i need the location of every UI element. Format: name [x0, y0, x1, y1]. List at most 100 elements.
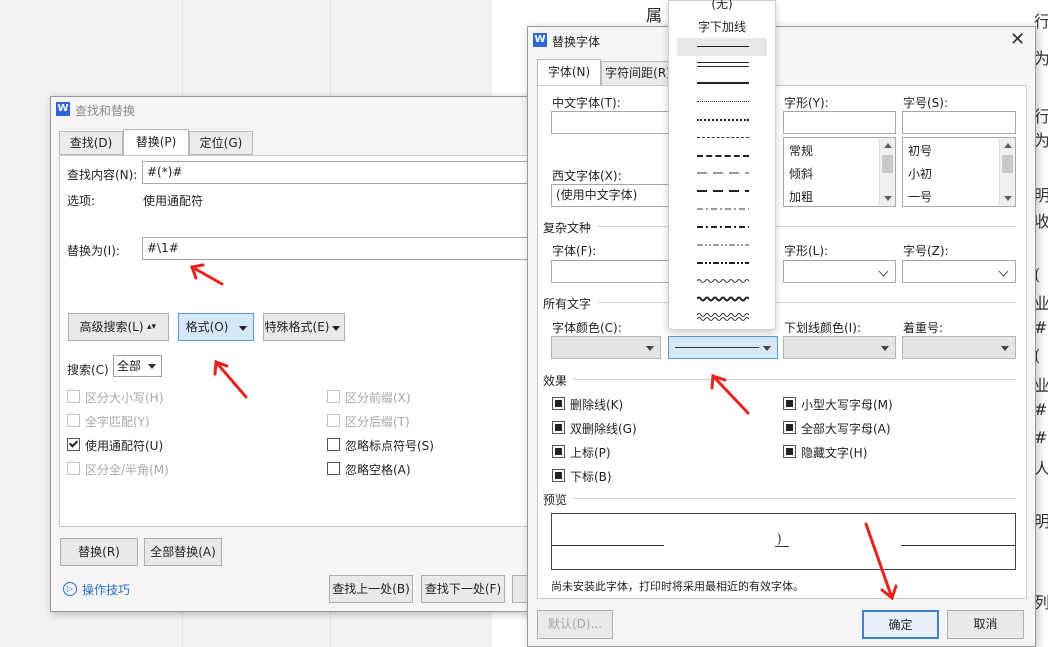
cancel-button[interactable]: 取消	[947, 610, 1024, 639]
complex-size-select[interactable]	[902, 260, 1016, 283]
underline-heavy-wave-option[interactable]	[677, 291, 767, 309]
tips-link[interactable]: 操作技巧	[82, 581, 130, 598]
font-size-input[interactable]	[902, 111, 1016, 134]
document-char: 列	[1034, 593, 1048, 612]
search-direction-select[interactable]: 全部	[113, 355, 162, 377]
underline-dash-dot-dot-option[interactable]	[677, 237, 767, 255]
match-case-checkbox[interactable]	[67, 390, 80, 403]
scroll-thumb[interactable]	[1002, 155, 1013, 173]
strikethrough-checkbox[interactable]	[552, 397, 565, 410]
tab-font[interactable]: 字体(N)	[537, 59, 601, 86]
all-caps-checkbox[interactable]	[783, 421, 796, 434]
list-item[interactable]: 倾斜	[789, 165, 813, 182]
suffix-checkbox[interactable]	[327, 414, 340, 427]
underline-none-option[interactable]: (无)	[669, 0, 775, 12]
find-prev-button[interactable]: 查找上一处(B)	[329, 575, 413, 603]
underline-type-select[interactable]	[668, 336, 778, 359]
play-circle-icon[interactable]: ▷	[63, 582, 77, 596]
underline-double-wave-option[interactable]	[677, 309, 767, 327]
document-char: 业	[1034, 376, 1048, 395]
underline-wave-option[interactable]	[677, 273, 767, 291]
replace-with-label: 替换为(I):	[67, 244, 120, 258]
scroll-down-icon[interactable]	[884, 196, 892, 201]
subscript-checkbox[interactable]	[552, 469, 565, 482]
font-style-list[interactable]: 常规 倾斜 加粗	[783, 137, 896, 207]
scrollbar[interactable]	[999, 138, 1015, 206]
ok-button[interactable]: 确定	[862, 610, 939, 639]
list-item[interactable]: 一号	[908, 188, 932, 205]
list-item[interactable]: 加粗	[789, 188, 813, 205]
underline-dotted-option[interactable]	[677, 93, 767, 111]
format-button[interactable]: 格式(O)	[178, 313, 254, 341]
prefix-checkbox[interactable]	[327, 390, 340, 403]
document-char: 业	[1034, 294, 1048, 313]
superscript-label: 上标(P)	[570, 446, 611, 460]
emphasis-label: 着重号:	[903, 321, 944, 335]
preview-box: )	[551, 513, 1016, 570]
wps-logo-icon: W	[533, 33, 547, 47]
scroll-up-icon[interactable]	[884, 143, 892, 148]
whole-word-checkbox[interactable]	[67, 414, 80, 427]
underline-long-dash-option[interactable]	[677, 165, 767, 183]
replace-all-button[interactable]: 全部替换(A)	[144, 538, 222, 566]
find-content-input[interactable]: #(*)#	[142, 161, 552, 184]
find-next-button[interactable]: 查找下一处(F)	[421, 575, 505, 603]
wildcard-checkbox[interactable]	[67, 438, 80, 451]
tab-goto[interactable]: 定位(G)	[189, 131, 253, 155]
advanced-search-label: 高级搜索(L)	[79, 320, 144, 334]
search-direction-value: 全部	[117, 359, 142, 373]
replace-button[interactable]: 替换(R)	[60, 538, 138, 566]
underline-dash-option[interactable]	[677, 129, 767, 147]
underline-thick-dotted-option[interactable]	[677, 111, 767, 129]
scroll-thumb[interactable]	[882, 155, 893, 173]
chevron-down-icon	[998, 266, 1009, 276]
underline-thick-dash-dot-dot-option[interactable]	[677, 255, 767, 273]
half-full-checkbox[interactable]	[67, 462, 80, 475]
emphasis-select[interactable]	[902, 336, 1016, 359]
list-item[interactable]: 小初	[908, 165, 932, 182]
font-color-select[interactable]	[551, 336, 661, 359]
document-char: #	[1034, 428, 1048, 447]
underline-sample	[697, 101, 749, 102]
caret-down-icon	[646, 345, 654, 351]
wildcard-label: 使用通配符(U)	[85, 439, 164, 453]
underline-words-option[interactable]: 字下加线	[669, 18, 775, 35]
ignore-punct-checkbox[interactable]	[327, 438, 340, 451]
advanced-search-button[interactable]: 高级搜索(L) ▴▾	[68, 313, 169, 341]
default-button[interactable]: 默认(D)...	[537, 610, 613, 639]
scroll-up-icon[interactable]	[1004, 143, 1012, 148]
scroll-down-icon[interactable]	[1004, 196, 1012, 201]
close-icon[interactable]: ✕	[1010, 29, 1025, 50]
special-format-label: 特殊格式(E)	[264, 320, 330, 334]
document-char: #	[1034, 400, 1048, 419]
ignore-space-label: 忽略空格(A)	[345, 463, 411, 477]
underline-double-option[interactable]	[677, 57, 767, 75]
ignore-space-checkbox[interactable]	[327, 462, 340, 475]
complex-style-select[interactable]	[783, 260, 896, 283]
list-item[interactable]: 常规	[789, 142, 813, 159]
small-caps-checkbox[interactable]	[783, 397, 796, 410]
underline-thick-dash-dot-option[interactable]	[677, 219, 767, 237]
superscript-checkbox[interactable]	[552, 445, 565, 458]
underline-thick-option[interactable]	[677, 75, 767, 93]
tab-find[interactable]: 查找(D)	[59, 131, 123, 155]
replace-font-dialog: W 替换字体 ✕ 字体(N) 字符间距(R) 中文字体(T): 西文字体(X):…	[527, 26, 1036, 647]
double-strike-checkbox[interactable]	[552, 421, 565, 434]
scrollbar[interactable]	[879, 138, 895, 206]
underline-thick-dash-option[interactable]	[677, 147, 767, 165]
font-size-list[interactable]: 初号 小初 一号	[902, 137, 1016, 207]
underline-dash-dot-option[interactable]	[677, 201, 767, 219]
preview-baseline	[552, 545, 664, 546]
tab-spacing[interactable]: 字符间距(R)	[601, 61, 675, 86]
underline-single-option[interactable]	[677, 38, 767, 56]
tab-replace[interactable]: 替换(P)	[123, 129, 189, 156]
caret-down-icon	[148, 364, 156, 369]
special-format-button[interactable]: 特殊格式(E)	[263, 313, 345, 341]
underline-thick-long-dash-option[interactable]	[677, 183, 767, 201]
replace-with-input[interactable]: #\1#	[142, 237, 552, 260]
list-item[interactable]: 初号	[908, 142, 932, 159]
complex-style-label: 字形(L):	[784, 244, 829, 258]
font-style-input[interactable]	[783, 111, 896, 134]
underline-color-select[interactable]	[783, 336, 896, 359]
hidden-text-checkbox[interactable]	[783, 445, 796, 458]
